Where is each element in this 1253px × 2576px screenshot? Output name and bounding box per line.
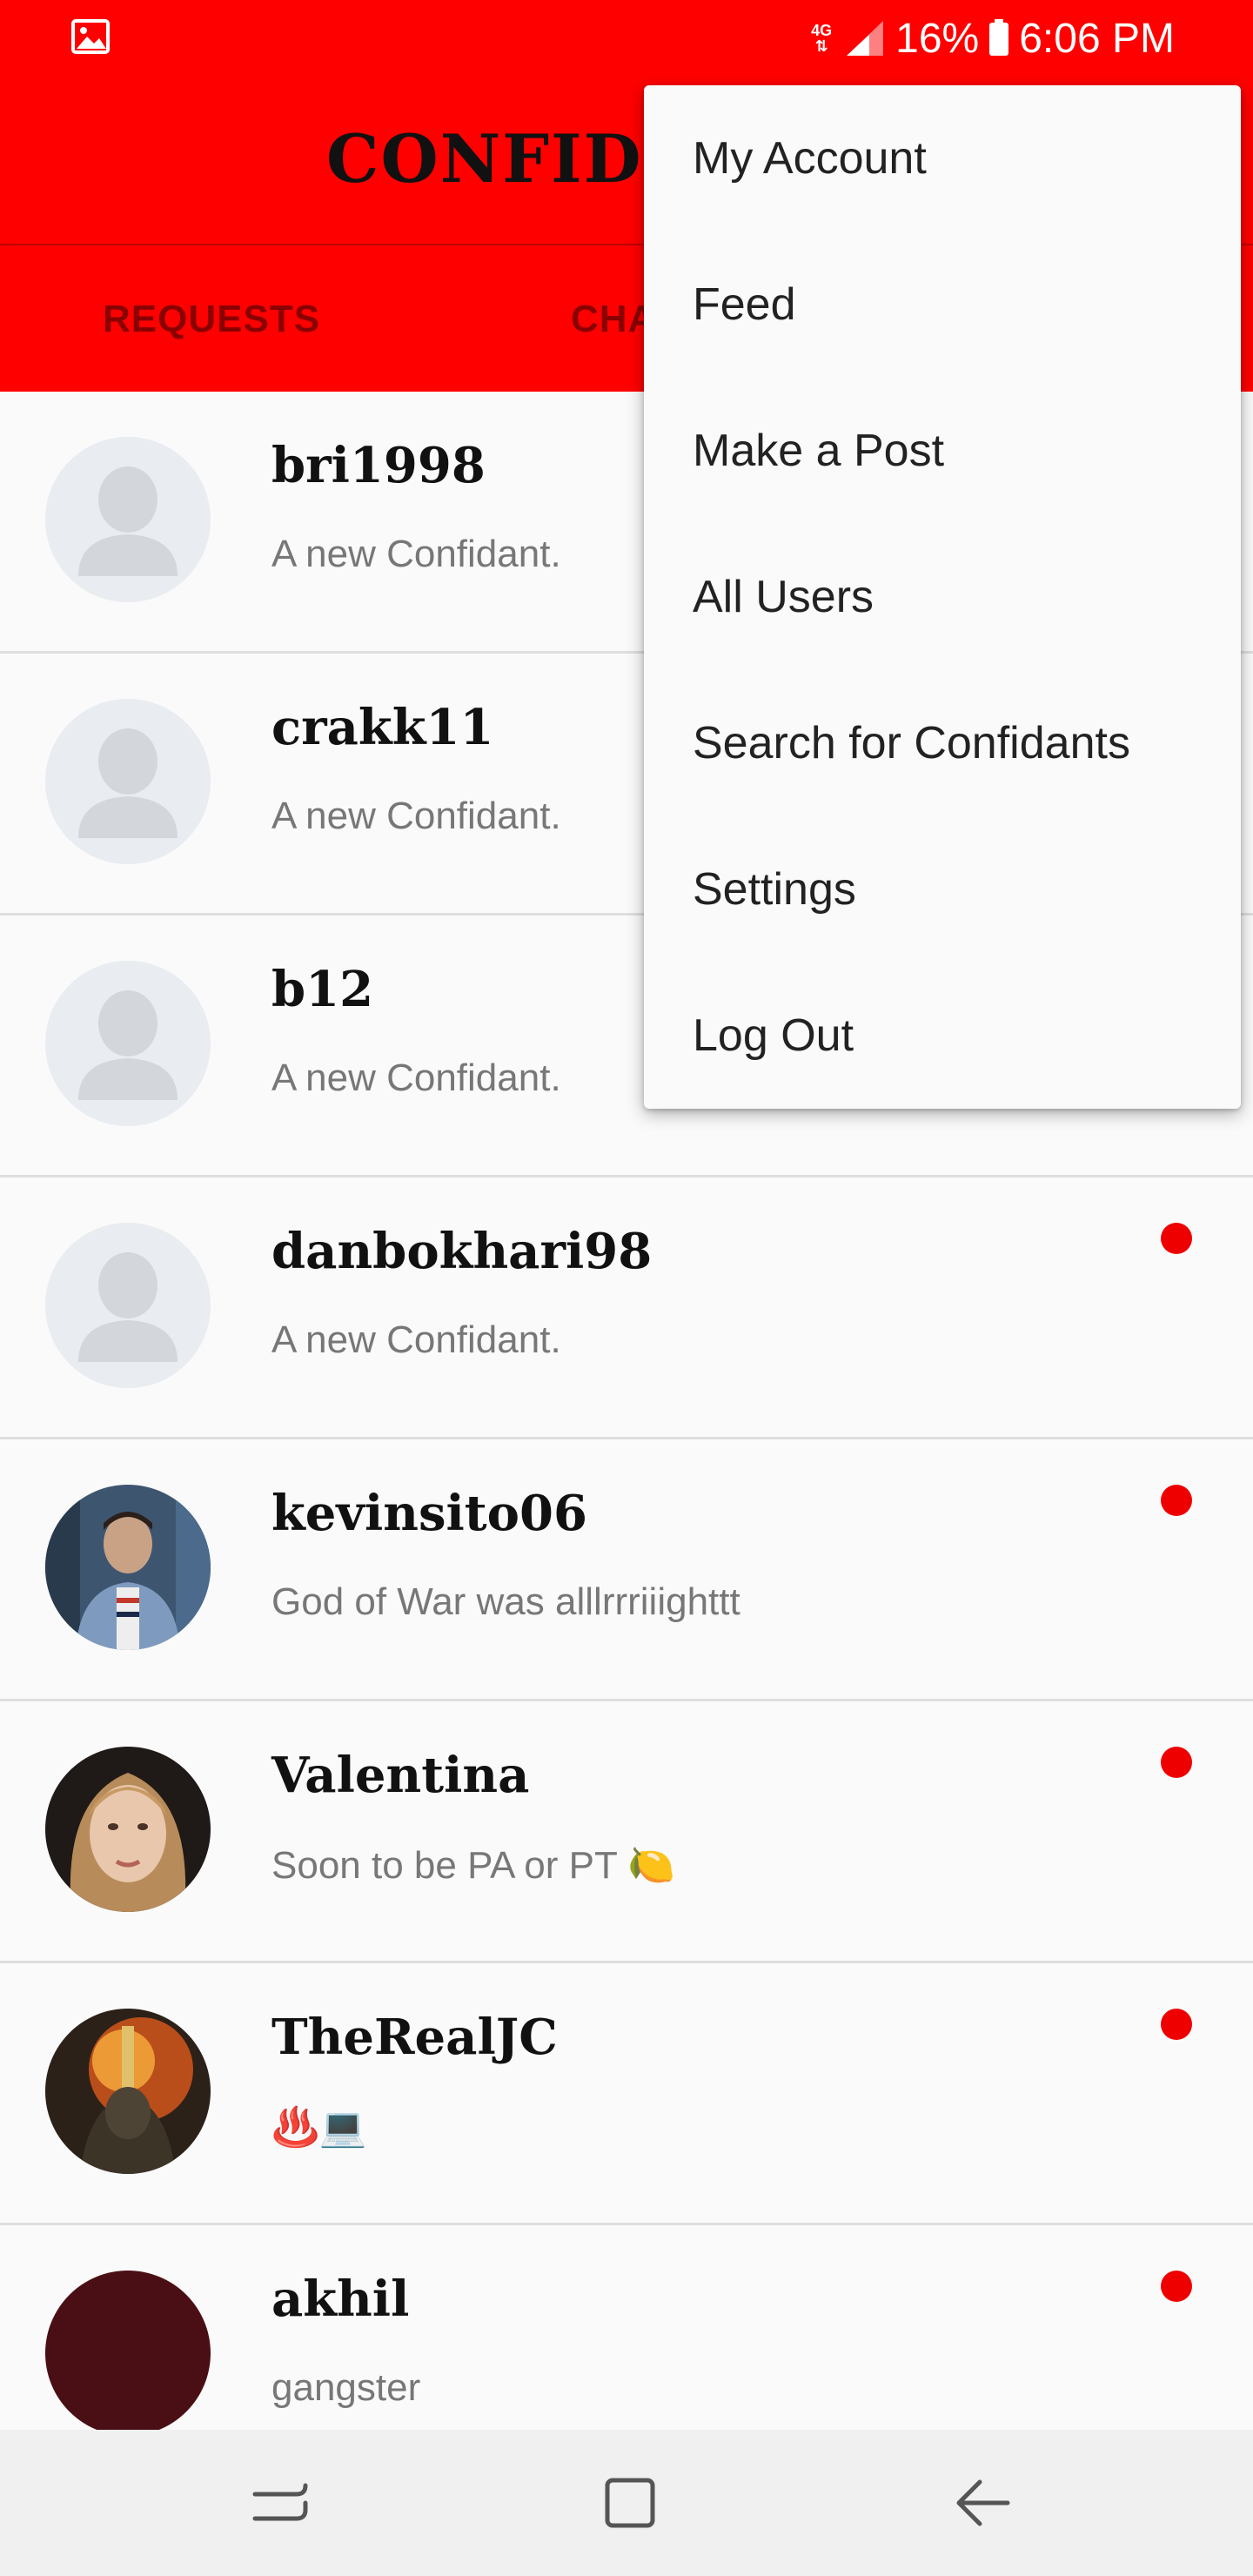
- default-avatar-icon: [45, 699, 211, 864]
- avatar: [45, 1223, 211, 1388]
- default-avatar-icon: [45, 1223, 211, 1388]
- clock: 6:06 PM: [1019, 15, 1175, 62]
- chat-message: A new Confidant.: [271, 795, 561, 837]
- menu-item-feed[interactable]: Feed: [644, 231, 1241, 378]
- navigation-bar: [0, 2430, 1253, 2576]
- unread-dot: [1161, 1747, 1192, 1778]
- user-photo: [45, 1485, 211, 1650]
- default-avatar-icon: [45, 961, 211, 1126]
- chat-message: Soon to be PA or PT 🍋: [271, 1844, 676, 1887]
- status-bar: 4G ⇅ 16% 6:06 PM: [0, 0, 1253, 77]
- chat-row[interactable]: TheRealJC ♨️💻: [0, 1963, 1253, 2225]
- unread-dot: [1161, 1223, 1192, 1254]
- user-photo: [45, 1747, 211, 1912]
- default-avatar-icon: [45, 437, 211, 602]
- chat-message: A new Confidant.: [271, 533, 561, 575]
- user-photo: [45, 2009, 211, 2174]
- chat-row[interactable]: danbokhari98 A new Confidant.: [0, 1177, 1253, 1439]
- chat-row[interactable]: kevinsito06 God of War was alllrrriiight…: [0, 1439, 1253, 1701]
- back-button[interactable]: [948, 2468, 1018, 2538]
- chat-username: b12: [271, 961, 374, 1018]
- unread-dot: [1161, 2009, 1192, 2040]
- menu-item-make-a-post[interactable]: Make a Post: [644, 378, 1241, 524]
- menu-item-all-users[interactable]: All Users: [644, 524, 1241, 670]
- chat-message: A new Confidant.: [271, 1318, 561, 1361]
- gallery-icon: [71, 19, 110, 54]
- avatar: [45, 699, 211, 864]
- avatar: [45, 437, 211, 602]
- network-4g-icon: 4G ⇅: [811, 22, 833, 55]
- recent-apps-button[interactable]: [246, 2468, 316, 2538]
- chat-username: akhil: [271, 2271, 410, 2328]
- avatar: [45, 961, 211, 1126]
- menu-item-settings[interactable]: Settings: [644, 816, 1241, 963]
- avatar: [45, 1747, 211, 1912]
- tab-requests[interactable]: REQUESTS: [103, 298, 320, 341]
- signal-icon: [847, 21, 884, 56]
- menu-item-my-account[interactable]: My Account: [644, 85, 1241, 231]
- app-title: CONFIDE: [326, 120, 695, 198]
- avatar: [45, 2009, 211, 2174]
- chat-username: Valentina: [271, 1747, 530, 1804]
- home-button[interactable]: [595, 2468, 665, 2538]
- battery-icon: [989, 19, 1009, 56]
- chat-row[interactable]: Valentina Soon to be PA or PT 🍋: [0, 1701, 1253, 1963]
- menu-item-log-out[interactable]: Log Out: [644, 963, 1241, 1109]
- chat-message: ♨️💻: [271, 2106, 367, 2149]
- chat-username: crakk11: [271, 699, 494, 756]
- chat-username: TheRealJC: [271, 2009, 558, 2066]
- avatar: [45, 2271, 211, 2436]
- chat-message: A new Confidant.: [271, 1057, 561, 1099]
- chat-username: bri1998: [271, 437, 486, 494]
- status-right: 4G ⇅ 16% 6:06 PM: [808, 0, 1175, 77]
- chat-message: gangster: [271, 2366, 421, 2409]
- battery-percent: 16%: [895, 15, 980, 62]
- unread-dot: [1161, 1485, 1192, 1516]
- avatar: [45, 1485, 211, 1650]
- unread-dot: [1161, 2271, 1192, 2302]
- menu-item-search-confidants[interactable]: Search for Confidants: [644, 670, 1241, 816]
- overflow-menu: My Account Feed Make a Post All Users Se…: [644, 85, 1241, 1109]
- chat-message: God of War was alllrrriiighttt: [271, 1580, 740, 1623]
- chat-username: danbokhari98: [271, 1223, 653, 1280]
- chat-username: kevinsito06: [271, 1485, 587, 1542]
